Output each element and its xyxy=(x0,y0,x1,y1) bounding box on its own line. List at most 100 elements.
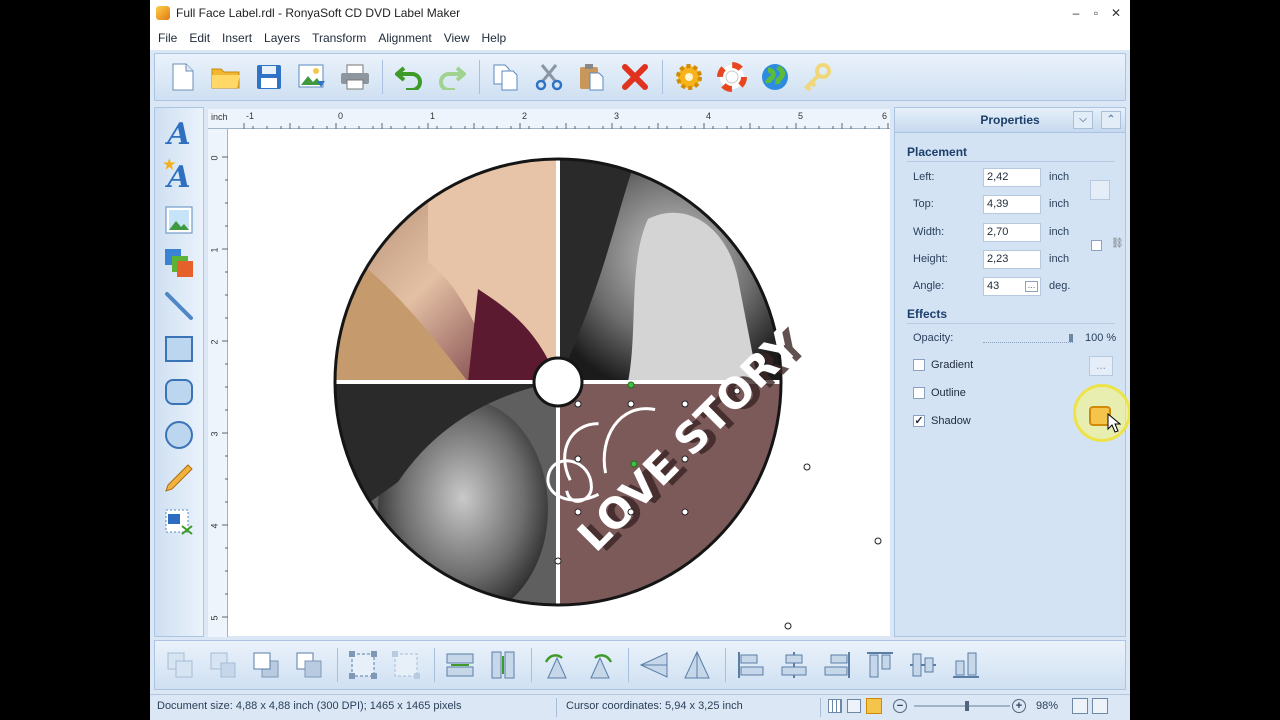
settings-button[interactable] xyxy=(671,59,707,95)
minimize-button[interactable]: – xyxy=(1066,4,1086,22)
insert-text-button[interactable]: A xyxy=(159,114,199,154)
view-normal-button[interactable] xyxy=(828,699,842,713)
rotate-right-button[interactable] xyxy=(583,648,617,682)
align-top-button[interactable] xyxy=(863,648,897,682)
opacity-row: Opacity: 100 % xyxy=(913,328,1123,348)
view-guides-button[interactable] xyxy=(866,698,882,714)
print-button[interactable] xyxy=(337,59,373,95)
draw-ellipse-button[interactable] xyxy=(159,415,199,455)
maximize-button[interactable]: ▫ xyxy=(1086,4,1106,22)
export-image-button[interactable] xyxy=(294,59,330,95)
menu-file[interactable]: File xyxy=(152,31,183,45)
save-button[interactable] xyxy=(251,59,287,95)
register-button[interactable] xyxy=(800,59,836,95)
view-grid-button[interactable] xyxy=(847,699,861,713)
left-label: Left: xyxy=(913,171,935,183)
fit-width-button[interactable] xyxy=(1092,698,1108,714)
menu-help[interactable]: Help xyxy=(475,31,512,45)
pin-panel-button[interactable]: ⌃ xyxy=(1101,111,1121,129)
open-button[interactable] xyxy=(208,59,244,95)
paste-button[interactable] xyxy=(574,59,610,95)
fit-canvas-button[interactable] xyxy=(346,648,380,682)
zoom-slider-thumb[interactable] xyxy=(964,701,969,711)
bring-to-front-button[interactable] xyxy=(249,648,283,682)
flip-vertical-button[interactable] xyxy=(637,648,671,682)
gradient-settings-button[interactable]: ... xyxy=(1089,356,1113,376)
height-label: Height: xyxy=(913,253,948,265)
pencil-icon xyxy=(165,464,193,492)
keep-ratio-checkbox[interactable] xyxy=(1091,240,1102,251)
angle-input[interactable]: 43… xyxy=(983,276,1041,296)
height-input[interactable]: 2,23 xyxy=(983,249,1041,269)
insert-curved-text-button[interactable]: A ★ xyxy=(159,157,199,197)
copy-button[interactable] xyxy=(488,59,524,95)
group-button[interactable] xyxy=(163,648,197,682)
draw-line-button[interactable] xyxy=(159,286,199,326)
menu-layers[interactable]: Layers xyxy=(258,31,306,45)
pivot-handle[interactable] xyxy=(630,460,638,468)
flip-horizontal-button[interactable] xyxy=(680,648,714,682)
opacity-value: 100 % xyxy=(1085,332,1117,344)
draw-rounded-rectangle-button[interactable] xyxy=(159,372,199,412)
gradient-checkbox[interactable] xyxy=(913,359,925,371)
shadow-checkbox[interactable]: ✓ xyxy=(913,415,925,427)
draw-rectangle-button[interactable] xyxy=(159,329,199,369)
angle-unit: deg. xyxy=(1049,280,1071,292)
rotate-right-icon xyxy=(590,654,613,679)
rotation-handle[interactable] xyxy=(627,381,635,389)
rotate-left-button[interactable] xyxy=(540,648,574,682)
ungroup-button[interactable] xyxy=(206,648,240,682)
bring-front-icon xyxy=(253,652,279,678)
width-input[interactable]: 2,70 xyxy=(983,222,1041,242)
collapse-panel-button[interactable]: ⌵ xyxy=(1073,111,1093,129)
design-canvas[interactable]: LOVE STORY LOVE STORY xyxy=(228,129,890,636)
align-bottom-button[interactable] xyxy=(949,648,983,682)
align-middle-button[interactable] xyxy=(906,648,940,682)
redo-button[interactable] xyxy=(434,59,470,95)
insert-track-list-button[interactable] xyxy=(159,501,199,541)
insert-layered-image-button[interactable] xyxy=(159,243,199,283)
web-button[interactable] xyxy=(757,59,793,95)
same-height-button[interactable] xyxy=(486,648,520,682)
open-folder-icon xyxy=(211,68,240,89)
menu-transform[interactable]: Transform xyxy=(306,31,372,45)
insert-image-button[interactable] xyxy=(159,200,199,240)
align-center-button[interactable] xyxy=(777,648,811,682)
menu-bar: File Edit Insert Layers Transform Alignm… xyxy=(150,26,1130,50)
opacity-slider-thumb[interactable] xyxy=(1069,334,1073,342)
zoom-in-button[interactable]: + xyxy=(1012,699,1026,713)
zoom-slider[interactable] xyxy=(914,701,1010,711)
rounded-rectangle-tool-icon xyxy=(165,379,193,405)
new-document-icon xyxy=(172,63,194,91)
lock-position-icon[interactable] xyxy=(1090,180,1110,200)
angle-picker-button[interactable]: … xyxy=(1025,280,1038,292)
top-input[interactable]: 4,39 xyxy=(983,194,1041,214)
align-left-button[interactable] xyxy=(734,648,768,682)
ruler-label: 5 xyxy=(798,111,804,121)
fit-proportional-button[interactable] xyxy=(389,648,423,682)
zoom-out-button[interactable]: − xyxy=(893,699,907,713)
left-input[interactable]: 2,42 xyxy=(983,167,1041,187)
align-right-button[interactable] xyxy=(820,648,854,682)
outline-checkbox[interactable] xyxy=(913,387,925,399)
opacity-slider[interactable] xyxy=(983,333,1073,343)
send-to-back-button[interactable] xyxy=(292,648,326,682)
cd-label[interactable]: LOVE STORY LOVE STORY xyxy=(228,129,890,636)
align-left-icon xyxy=(738,652,764,678)
menu-alignment[interactable]: Alignment xyxy=(372,31,437,45)
cut-button[interactable] xyxy=(531,59,567,95)
layers-tool-icon xyxy=(165,249,193,277)
close-button[interactable]: ✕ xyxy=(1106,4,1126,22)
menu-view[interactable]: View xyxy=(438,31,476,45)
fit-page-button[interactable] xyxy=(1072,698,1088,714)
menu-insert[interactable]: Insert xyxy=(216,31,258,45)
new-document-button[interactable] xyxy=(165,59,201,95)
same-width-button[interactable] xyxy=(443,648,477,682)
help-button[interactable] xyxy=(714,59,750,95)
cut-icon xyxy=(535,64,563,91)
draw-freehand-button[interactable] xyxy=(159,458,199,498)
menu-edit[interactable]: Edit xyxy=(183,31,216,45)
undo-button[interactable] xyxy=(391,59,427,95)
delete-button[interactable] xyxy=(617,59,653,95)
angle-row: Angle: 43 … deg. xyxy=(913,276,1070,296)
